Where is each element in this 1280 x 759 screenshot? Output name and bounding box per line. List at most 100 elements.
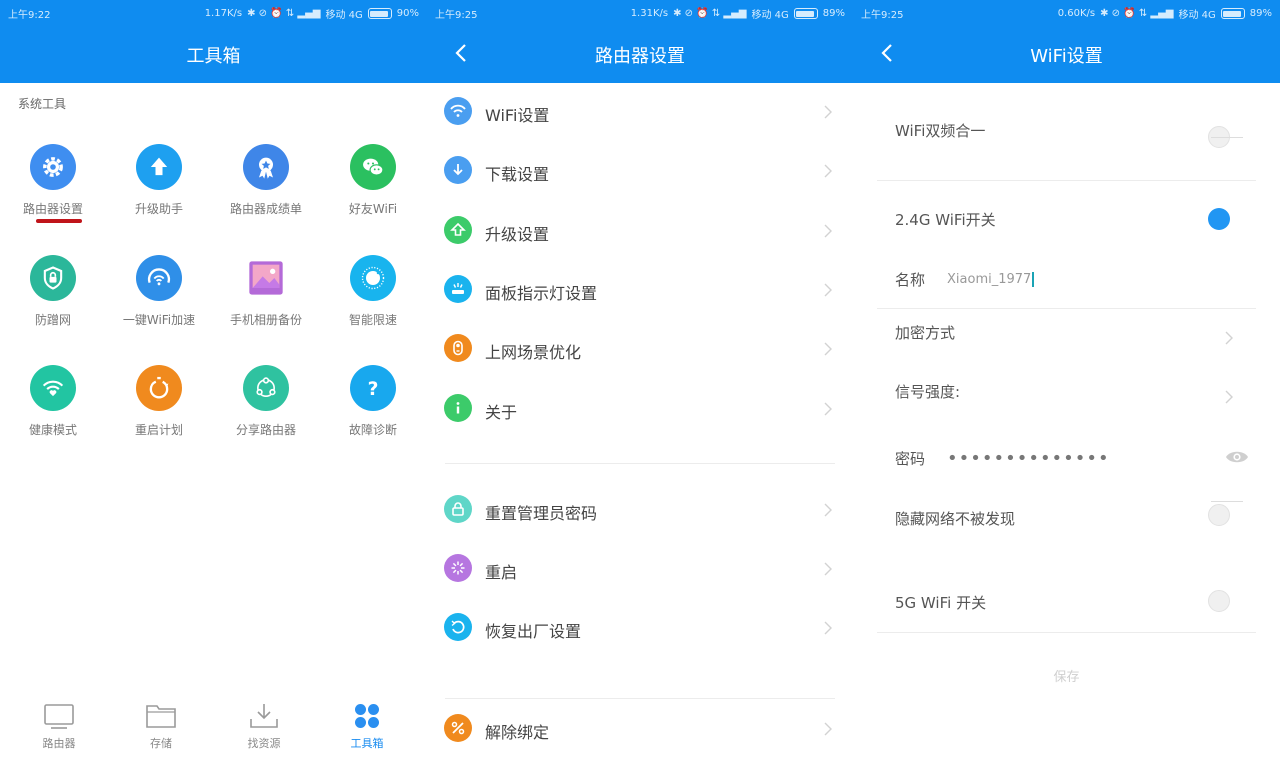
upgrade-icon [444, 216, 472, 244]
nav-toolbox[interactable]: 工具箱 [314, 702, 420, 751]
signal-strength-row[interactable]: 信号强度: [853, 371, 1280, 427]
folder-icon [146, 705, 176, 728]
ssid-name-label: 名称 [895, 271, 926, 289]
wifi-24g-label: 2.4G WiFi开关 [895, 211, 996, 229]
wifi-icon [444, 97, 472, 125]
chevron-right-icon [824, 105, 832, 119]
ssid-name-input[interactable]: Xiaomi_1977 [947, 272, 1035, 287]
dual-band-row: WiFi双频合一 [853, 110, 1280, 170]
page-title: 路由器设置 [595, 46, 685, 67]
page-title: WiFi设置 [1030, 46, 1103, 67]
carrier-label: 移动 4G [751, 10, 789, 21]
tool-label: 重启计划 [134, 423, 183, 437]
tool-upgrade-assistant[interactable]: 升级助手 [106, 144, 212, 217]
row-divider [877, 180, 1256, 181]
battery-level: 90% [396, 8, 419, 19]
carrier-label: 移动 4G [1178, 10, 1216, 21]
tool-photo-backup[interactable]: 手机相册备份 [213, 255, 319, 328]
tool-label: 故障诊断 [348, 423, 397, 437]
save-button[interactable]: 保存 [993, 666, 1140, 692]
dual-band-toggle[interactable] [1208, 126, 1243, 148]
tool-smart-limit[interactable]: 智能限速 [320, 255, 426, 328]
menu-item-reset-admin-password[interactable]: 重置管理员密码 [427, 481, 853, 540]
nav-label: 找资源 [247, 737, 281, 750]
chevron-right-icon [824, 164, 832, 178]
menu-item-unbind[interactable]: 解除绑定 [427, 700, 853, 759]
menu-item-scene-optimize[interactable]: 上网场景优化 [427, 320, 853, 379]
tool-label: 路由器设置 [22, 202, 83, 216]
tool-fault-diagnosis[interactable]: ? 故障诊断 [320, 365, 426, 438]
share-icon [243, 365, 289, 411]
text-caret [1032, 272, 1035, 287]
tool-restart-plan[interactable]: 重启计划 [106, 365, 212, 438]
download-tray-icon [250, 704, 278, 728]
nav-label: 路由器 [42, 737, 76, 750]
tool-friend-wifi[interactable]: 好友WiFi [320, 144, 426, 217]
menu-item-factory-reset[interactable]: 恢复出厂设置 [427, 599, 853, 658]
wifi-24g-toggle[interactable] [1208, 208, 1230, 230]
grid-dots-icon [355, 704, 379, 728]
tool-router-report[interactable]: 路由器成绩单 [213, 144, 319, 217]
row-divider [877, 632, 1256, 633]
status-icons: ✱ ⊘ ⏰ ⇅ ▂▄▆ [247, 8, 321, 19]
photo-icon [243, 255, 289, 301]
tool-share-router[interactable]: 分享路由器 [213, 365, 319, 438]
upload-arrow-icon [136, 144, 182, 190]
tool-label: 好友WiFi [348, 202, 398, 216]
shield-lock-icon [30, 255, 76, 301]
ssid-name-row: 名称 [853, 256, 1280, 306]
status-icons: ✱ ⊘ ⏰ ⇅ ▂▄▆ [673, 8, 747, 19]
menu-item-indicator-light[interactable]: 面板指示灯设置 [427, 261, 853, 320]
nav-router[interactable]: 路由器 [6, 702, 112, 751]
network-speed: 0.60K/s [1057, 8, 1096, 19]
toolbox-screen: 上午9:22 1.17K/s ✱ ⊘ ⏰ ⇅ ▂▄▆ 移动 4G 90% 工具箱… [0, 0, 427, 759]
chevron-right-icon [824, 224, 832, 238]
restart-icon [444, 554, 472, 582]
menu-item-wifi-settings[interactable]: WiFi设置 [427, 83, 853, 142]
password-input[interactable]: •••••••••••••• [947, 448, 1110, 469]
tool-wifi-boost[interactable]: 一键WiFi加速 [106, 255, 212, 328]
eye-icon[interactable] [1224, 448, 1250, 466]
nav-storage[interactable]: 存储 [108, 702, 214, 751]
nav-find-resources[interactable]: 找资源 [211, 702, 317, 751]
encryption-label: 加密方式 [895, 324, 956, 342]
title-bar: 工具箱 [0, 24, 427, 83]
status-time: 上午9:25 [435, 10, 478, 21]
hide-network-toggle[interactable] [1208, 501, 1243, 526]
chevron-right-icon [824, 342, 832, 356]
menu-item-label: 升级设置 [485, 225, 550, 244]
stopwatch-icon [136, 365, 182, 411]
info-icon [444, 394, 472, 422]
menu-item-upgrade-settings[interactable]: 升级设置 [427, 202, 853, 261]
medal-icon [243, 144, 289, 190]
menu-item-label: 恢复出厂设置 [485, 622, 582, 641]
encryption-row[interactable]: 加密方式 [853, 312, 1280, 368]
wifi-heart-icon [30, 365, 76, 411]
tool-label: 路由器成绩单 [229, 202, 302, 216]
menu-item-download-settings[interactable]: 下载设置 [427, 142, 853, 201]
lock-icon [444, 495, 472, 523]
download-icon [444, 156, 472, 184]
unbind-icon [444, 714, 472, 742]
chevron-right-icon [1225, 331, 1233, 345]
tool-label: 一键WiFi加速 [122, 313, 196, 327]
scene-toggle-icon [444, 334, 472, 362]
wifi-5g-toggle[interactable] [1208, 590, 1230, 612]
tool-health-mode[interactable]: 健康模式 [0, 365, 106, 438]
menu-item-label: 上网场景优化 [485, 343, 582, 362]
dual-band-label: WiFi双频合一 [895, 122, 986, 140]
wifi-5g-label: 5G WiFi 开关 [895, 594, 987, 612]
status-time: 上午9:22 [8, 10, 51, 21]
wifi-settings-screen: 上午9:25 0.60K/s ✱ ⊘ ⏰ ⇅ ▂▄▆ 移动 4G 89% WiF… [853, 0, 1280, 759]
title-bar: 路由器设置 [427, 24, 853, 83]
menu-item-about[interactable]: 关于 [427, 380, 853, 439]
tool-router-settings[interactable]: 路由器设置 [0, 144, 106, 217]
chevron-right-icon [824, 621, 832, 635]
menu-item-restart[interactable]: 重启 [427, 540, 853, 599]
gear-icon [30, 144, 76, 190]
battery-icon [793, 8, 818, 19]
status-time: 上午9:25 [861, 10, 904, 21]
menu-item-label: 重置管理员密码 [485, 504, 598, 523]
tool-anti-rub[interactable]: 防蹭网 [0, 255, 106, 328]
menu-item-label: 面板指示灯设置 [485, 284, 598, 303]
